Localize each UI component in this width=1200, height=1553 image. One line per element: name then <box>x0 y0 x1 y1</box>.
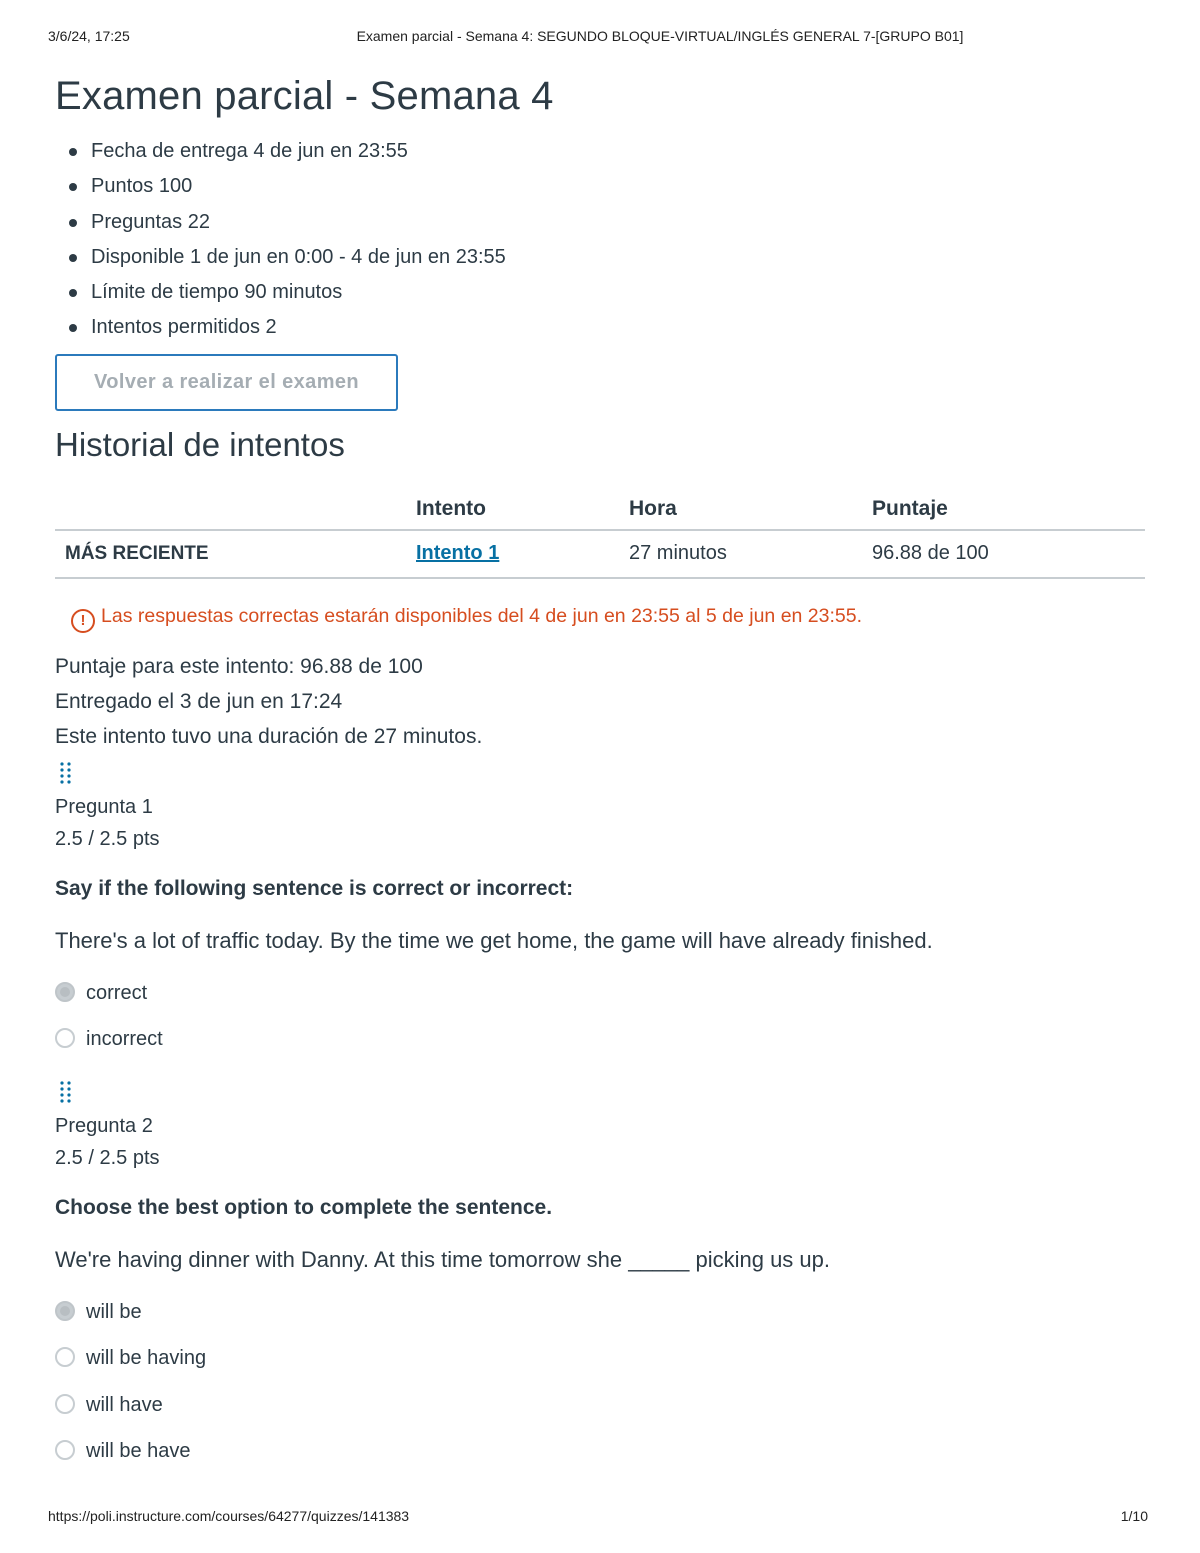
detail-questions: Preguntas 22 <box>67 205 1145 240</box>
detail-attempts-allowed: Intentos permitidos 2 <box>67 310 1145 345</box>
answer-list: will be will be having will have will be… <box>55 1300 1145 1486</box>
answer-option[interactable]: will be have <box>55 1439 1145 1486</box>
retake-quiz-button[interactable]: Volver a realizar el examen <box>55 353 398 411</box>
warning-icon: ! <box>71 608 95 633</box>
table-row: MÁS RECIENTE Intento 1 27 minutos 96.88 … <box>55 529 1145 579</box>
radio-icon[interactable] <box>55 1028 75 1049</box>
answer-option[interactable]: will be having <box>55 1346 1145 1393</box>
attempt-score: 96.88 de 100 <box>862 529 1145 579</box>
radio-selected-icon[interactable] <box>55 981 75 1002</box>
attempt-submitted-text: Entregado el 3 de jun en 17:24 <box>55 690 343 714</box>
answer-option[interactable]: will have <box>55 1393 1145 1440</box>
question-prompt: Choose the best option to complete the s… <box>55 1195 553 1219</box>
answer-label: will have <box>86 1393 163 1416</box>
quiz-details: Fecha de entrega 4 de jun en 23:55 Punto… <box>67 134 1145 346</box>
detail-due-date: Fecha de entrega 4 de jun en 23:55 <box>67 134 1145 169</box>
drag-dots-icon <box>60 762 71 784</box>
question-1: Pregunta 1 2.5 / 2.5 pts Say if the foll… <box>55 755 1145 1074</box>
answer-label: correct <box>86 981 148 1004</box>
attempt-duration-text: Este intento tuvo una duración de 27 min… <box>55 725 483 749</box>
drag-handle-icon[interactable] <box>55 1074 1145 1110</box>
attempt-history-heading: Historial de intentos <box>55 425 345 463</box>
detail-available: Disponible 1 de jun en 0:00 - 4 de jun e… <box>67 240 1145 275</box>
answer-option[interactable]: correct <box>55 981 1145 1028</box>
question-prompt: Say if the following sentence is correct… <box>55 876 574 900</box>
question-2: Pregunta 2 2.5 / 2.5 pts Choose the best… <box>55 1074 1145 1486</box>
print-header: 3/6/24, 17:25 Examen parcial - Semana 4:… <box>48 28 1152 48</box>
drag-handle-icon[interactable] <box>55 755 1145 791</box>
radio-selected-icon[interactable] <box>55 1300 75 1321</box>
attempt-link[interactable]: Intento 1 <box>416 542 499 564</box>
question-points: 2.5 / 2.5 pts <box>55 827 160 850</box>
column-header-attempt: Intento <box>406 488 619 531</box>
question-text: We're having dinner with Danny. At this … <box>55 1246 831 1272</box>
column-header-time: Hora <box>619 488 862 531</box>
answer-label: will be having <box>86 1347 207 1370</box>
print-page-number: 1/10 <box>1120 1508 1148 1524</box>
answer-label: incorrect <box>86 1028 163 1051</box>
attempt-score-text: Puntaje para este intento: 96.88 de 100 <box>55 654 423 678</box>
question-text: There's a lot of traffic today. By the t… <box>55 927 933 953</box>
drag-dots-icon <box>60 1081 71 1103</box>
attempt-time: 27 minutos <box>619 529 862 579</box>
page-title: Examen parcial - Semana 4 <box>55 74 554 118</box>
column-header-score: Puntaje <box>862 488 1145 531</box>
radio-icon[interactable] <box>55 1347 75 1368</box>
column-header-label <box>55 488 406 531</box>
answer-label: will be <box>86 1300 142 1323</box>
answers-availability-notice: ! Las respuestas correctas estarán dispon… <box>71 601 1145 633</box>
table-header-row: Intento Hora Puntaje <box>55 488 1145 531</box>
question-number: Pregunta 1 <box>55 795 153 818</box>
radio-icon[interactable] <box>55 1440 75 1461</box>
attempt-summary: Puntaje para este intento: 96.88 de 100 … <box>55 649 1145 755</box>
question-number: Pregunta 2 <box>55 1114 153 1137</box>
detail-time-limit: Límite de tiempo 90 minutos <box>67 275 1145 310</box>
attempt-history-table: Intento Hora Puntaje MÁS RECIENTE Intent… <box>55 488 1145 579</box>
answer-list: correct incorrect <box>55 981 1145 1074</box>
print-url: https://poli.instructure.com/courses/642… <box>48 1508 410 1524</box>
detail-points: Puntos 100 <box>67 169 1145 204</box>
radio-icon[interactable] <box>55 1393 75 1414</box>
quiz-content: Examen parcial - Semana 4 Fecha de entre… <box>55 70 1145 1486</box>
print-doc-title: Examen parcial - Semana 4: SEGUNDO BLOQU… <box>356 28 964 44</box>
answer-option[interactable]: will be <box>55 1300 1145 1347</box>
answer-label: will be have <box>86 1440 191 1463</box>
attempt-recent-label: MÁS RECIENTE <box>55 529 406 579</box>
print-footer: https://poli.instructure.com/courses/642… <box>48 1508 1148 1528</box>
question-points: 2.5 / 2.5 pts <box>55 1146 160 1169</box>
notice-text: Las respuestas correctas estarán disponi… <box>101 604 863 627</box>
answer-option[interactable]: incorrect <box>55 1027 1145 1074</box>
